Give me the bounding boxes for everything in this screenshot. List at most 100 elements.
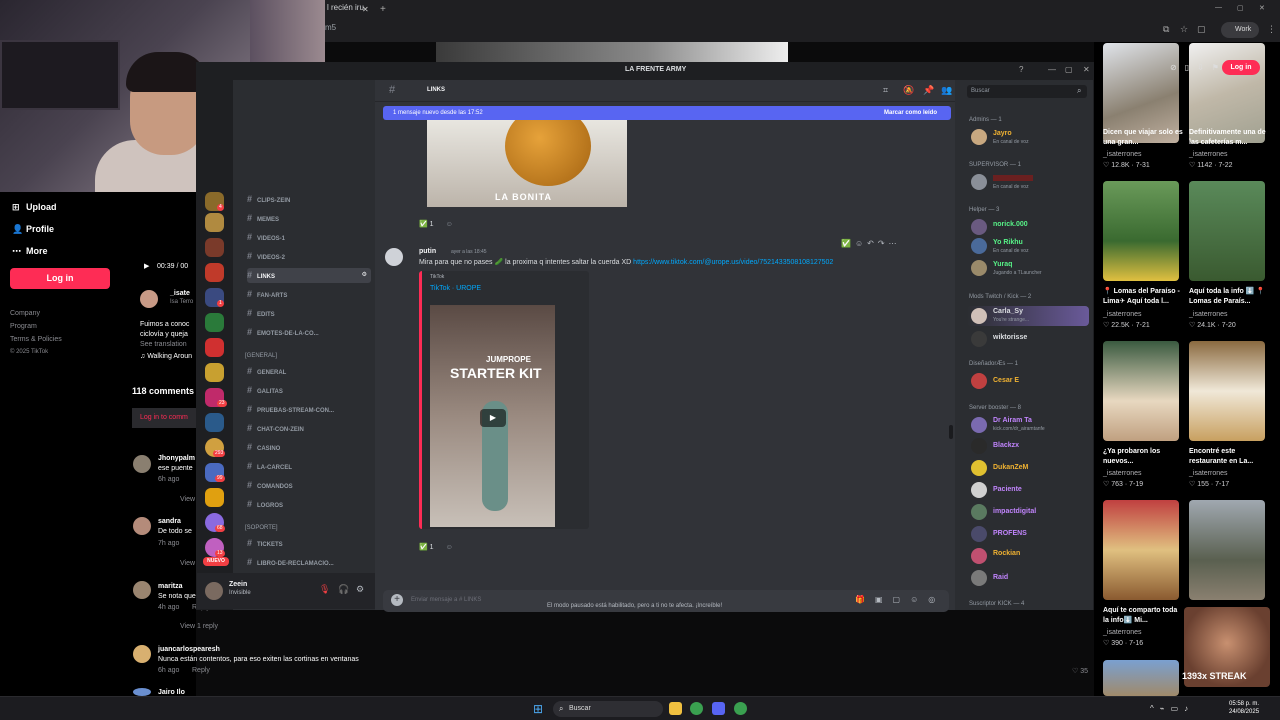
member-name[interactable]: Dr Airam Ta <box>993 417 1032 424</box>
search-icon[interactable]: ⌕ <box>1077 86 1081 96</box>
member-avatar[interactable] <box>971 308 987 324</box>
new-badge[interactable]: NUEVO <box>203 557 229 566</box>
browser-menu-icon[interactable]: ⋮ <box>1267 24 1276 35</box>
scrollbar[interactable] <box>949 425 953 439</box>
taskbar-search[interactable]: Buscar <box>553 701 663 717</box>
user-name[interactable]: Zeein <box>229 581 247 588</box>
reply-button[interactable]: Reply <box>192 667 210 674</box>
member-name[interactable]: Rockian <box>993 550 1020 557</box>
view-replies[interactable]: View <box>180 496 195 503</box>
bookmark-star-icon[interactable]: ☆ <box>1180 24 1188 35</box>
login-to-comment[interactable]: Log in to comm <box>132 408 196 428</box>
comment-avatar[interactable] <box>133 645 151 663</box>
member-avatar[interactable] <box>971 526 987 542</box>
reaction-row[interactable]: ✅ 1 ☺ <box>419 220 453 228</box>
message-link[interactable]: https://www.tiktok.com/@urope.us/video/7… <box>633 259 833 266</box>
taskbar-clock[interactable]: 05:58 p. m. 24/08/2025 <box>1229 700 1259 716</box>
video-thumbnail[interactable] <box>1103 500 1179 600</box>
footer-terms[interactable]: Terms & Policies <box>10 336 62 343</box>
tab-close-icon[interactable]: ✕ <box>362 5 369 14</box>
channel-edits[interactable]: # EDITS <box>247 306 371 321</box>
footer-company[interactable]: Company <box>10 310 40 317</box>
add-reaction-icon[interactable]: ☺ <box>446 221 453 228</box>
member-name[interactable]: impactdigital <box>993 508 1036 515</box>
input-actions[interactable]: 🎁▣▢☺◎ <box>855 595 945 604</box>
pin-icon[interactable]: 📌 <box>923 85 934 96</box>
embed-video[interactable]: JUMPROPE STARTER KIT ▶ <box>430 305 555 527</box>
discord-icon[interactable] <box>712 702 725 715</box>
message-author[interactable]: putin <box>419 248 436 255</box>
new-tab-icon[interactable]: + <box>380 4 386 15</box>
video-title[interactable]: ¿Ya probaron los nuevos... <box>1103 447 1183 467</box>
see-translation[interactable]: See translation <box>140 341 187 348</box>
video-title[interactable]: Aquí toda la info ⬇️ 📍Lomas de Paraís... <box>1189 287 1269 307</box>
extensions-icon[interactable]: ▢ <box>1197 24 1206 35</box>
author-avatar[interactable] <box>140 290 158 308</box>
member-name[interactable]: Yuraq <box>993 261 1012 268</box>
member-name[interactable]: Raid <box>993 574 1008 581</box>
user-avatar[interactable] <box>205 582 223 600</box>
member-avatar[interactable] <box>971 373 987 389</box>
server-icon[interactable] <box>205 363 224 382</box>
file-explorer-icon[interactable] <box>669 702 682 715</box>
like-count[interactable]: ♡ 35 <box>1072 667 1088 675</box>
cast-icon[interactable]: ⧉ <box>1163 24 1169 35</box>
video-title[interactable]: 📍 Lomas del Paraíso - Lima✈ Aquí toda l.… <box>1103 287 1183 307</box>
channel-clips-zein[interactable]: # CLIPS-ZEIN <box>247 192 371 207</box>
video-user[interactable]: _isaterrones <box>1103 151 1142 158</box>
channel-chat-con-zein[interactable]: # CHAT-CON-ZEIN <box>247 421 371 436</box>
reaction-row[interactable]: ✅ 1 ☺ <box>419 543 453 551</box>
profile-button[interactable]: Work <box>1221 22 1259 38</box>
add-reaction-icon[interactable]: ☺ <box>446 544 453 551</box>
member-name[interactable]: Jayro <box>993 130 1012 137</box>
member-avatar[interactable] <box>971 417 987 433</box>
member-avatar[interactable] <box>971 482 987 498</box>
member-avatar[interactable] <box>971 460 987 476</box>
server-icon[interactable] <box>205 238 224 257</box>
headphones-icon[interactable]: 🎧 <box>338 584 349 595</box>
video-thumbnail[interactable] <box>1103 660 1179 696</box>
video-thumbnail[interactable] <box>1189 181 1265 281</box>
channel-links[interactable]: # LINKS ⚙ <box>247 268 371 283</box>
comment-avatar[interactable] <box>133 688 151 696</box>
server-icon[interactable] <box>205 313 224 332</box>
threads-icon[interactable]: ⌗ <box>883 85 888 96</box>
member-name[interactable]: Carla_Sy <box>993 308 1023 315</box>
member-avatar[interactable] <box>971 238 987 254</box>
member-name[interactable]: Yo Rikhu <box>993 239 1023 246</box>
comment-avatar[interactable] <box>133 517 151 535</box>
member-avatar[interactable] <box>971 331 987 347</box>
video-user[interactable]: _isaterrones <box>1103 470 1142 477</box>
start-icon[interactable]: ⊞ <box>533 702 543 716</box>
video-thumbnail[interactable] <box>1103 341 1179 441</box>
member-avatar[interactable] <box>971 260 987 276</box>
video-thumbnail[interactable] <box>1189 500 1265 600</box>
member-name[interactable]: PROFENS <box>993 530 1027 537</box>
video-title[interactable]: Encontré este restaurante en La... <box>1189 447 1269 467</box>
member-name[interactable]: Cesar E <box>993 377 1019 384</box>
video-user[interactable]: _isaterrones <box>1189 311 1228 318</box>
category-soporte[interactable]: [SOPORTE] <box>245 525 278 531</box>
channel-general[interactable]: # GENERAL <box>247 364 371 379</box>
member-avatar[interactable] <box>971 129 987 145</box>
channel-pruebas[interactable]: # PRUEBAS-STREAM-CON... <box>247 402 371 417</box>
video-user[interactable]: _isaterrones <box>1189 470 1228 477</box>
settings-icon[interactable]: ⚙ <box>362 268 367 283</box>
attach-plus-icon[interactable]: + <box>391 594 403 606</box>
channel-tickets[interactable]: # TICKETS <box>247 536 371 551</box>
server-icon[interactable] <box>205 488 224 507</box>
server-icon[interactable] <box>205 213 224 232</box>
video-thumbnail[interactable] <box>1103 181 1179 281</box>
comment-user[interactable]: Jairo Ilo <box>158 689 185 696</box>
mute-icon[interactable]: 🎙 <box>319 584 330 595</box>
system-tray-icons[interactable]: ^⌁▭♪ <box>1150 704 1194 713</box>
member-avatar[interactable] <box>971 570 987 586</box>
message-avatar[interactable] <box>385 248 403 266</box>
new-messages-bar[interactable]: 1 mensaje nuevo desde las 17:52 Marcar c… <box>383 106 951 120</box>
channel-fan-arts[interactable]: # FAN-ARTS <box>247 287 371 302</box>
video-user[interactable]: _isaterrones <box>1189 151 1228 158</box>
comment-user[interactable]: sandra <box>158 518 181 525</box>
channel-memes[interactable]: # MEMES <box>247 211 371 226</box>
tiktok-top-icons[interactable]: ⊘▯⇩⚑ <box>1170 63 1227 72</box>
video-user[interactable]: _isaterrones <box>1103 629 1142 636</box>
